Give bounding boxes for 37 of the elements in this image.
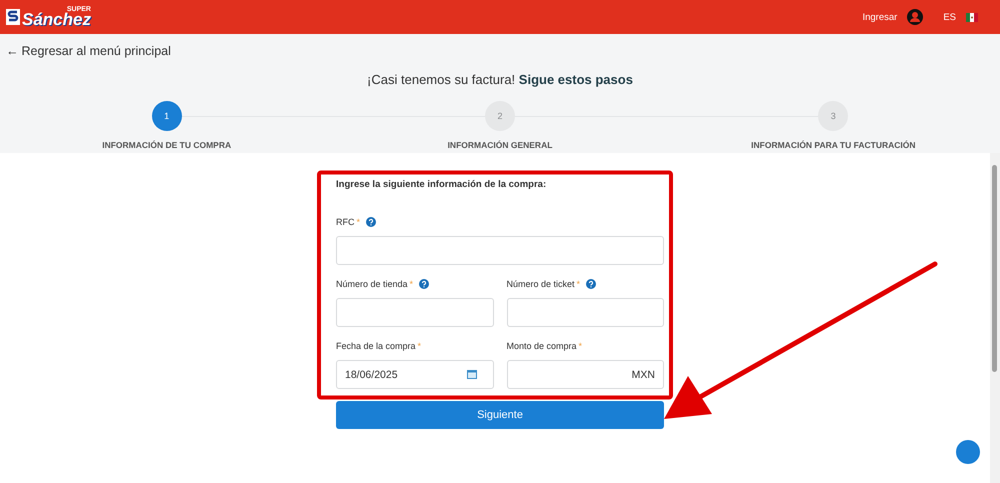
required-mark: *: [578, 341, 582, 351]
flag-icon[interactable]: [966, 12, 978, 22]
required-mark: *: [410, 279, 414, 289]
language-selector[interactable]: ES: [943, 12, 956, 22]
calendar-icon[interactable]: [466, 370, 476, 379]
field-label: Número de tienda: [336, 279, 408, 289]
required-mark: *: [576, 279, 580, 289]
chat-button[interactable]: [956, 440, 980, 464]
step-label: INFORMACIÓN PARA TU FACTURACIÓN: [751, 140, 916, 150]
step-circle[interactable]: 2: [484, 101, 515, 131]
field-label: Fecha de la compra: [336, 341, 416, 351]
logo-name: Sánchez: [22, 11, 91, 28]
step-label: INFORMACIÓN DE TU COMPRA: [102, 140, 232, 150]
required-mark: *: [356, 217, 360, 227]
user-icon[interactable]: [907, 9, 924, 25]
field-label: Número de ticket: [506, 279, 575, 289]
help-icon[interactable]: [419, 279, 430, 289]
step-circle[interactable]: 1: [152, 101, 182, 131]
back-arrow-icon[interactable]: ←: [6, 44, 18, 58]
logo-icon: [6, 9, 20, 25]
required-mark: *: [418, 341, 422, 351]
step-circle[interactable]: 3: [818, 101, 848, 131]
back-link[interactable]: Regresar al menú principal: [22, 44, 171, 58]
input-field[interactable]: [336, 236, 664, 265]
input-field[interactable]: [506, 298, 664, 327]
login-link[interactable]: Ingresar: [862, 12, 898, 22]
step-label: INFORMACIÓN GENERAL: [448, 140, 552, 150]
page-title: ¡Casi tenemos su factura! Sigue estos pasos: [366, 72, 634, 89]
input-field[interactable]: MXN: [506, 360, 664, 389]
field-label: RFC: [336, 217, 354, 227]
input-field[interactable]: 18/06/2025: [336, 360, 494, 389]
input-field[interactable]: [336, 298, 494, 327]
help-icon[interactable]: [366, 217, 376, 227]
help-icon[interactable]: [586, 279, 596, 289]
field-label: Monto de compra: [506, 341, 577, 351]
next-button[interactable]: Siguiente: [336, 401, 664, 429]
form-heading: Ingrese la siguiente información de la compra:: [336, 179, 548, 191]
